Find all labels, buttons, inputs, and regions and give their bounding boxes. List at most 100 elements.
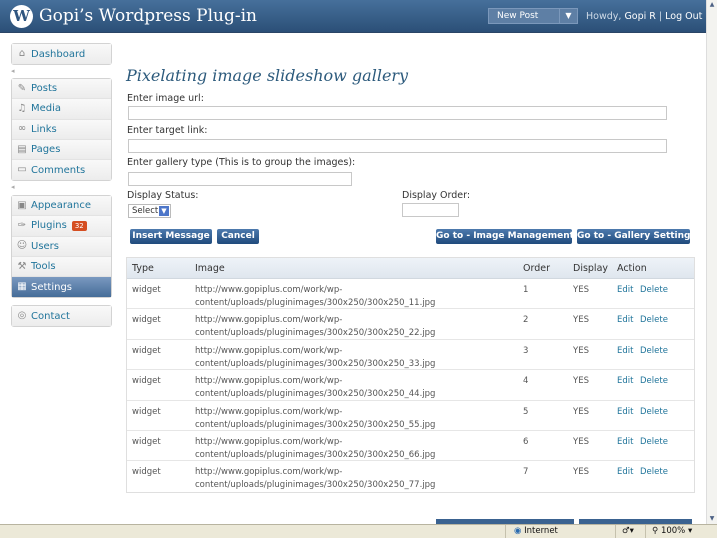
cell-order: 5 [523,406,529,417]
chevron-down-icon[interactable]: ▼ [559,9,577,23]
howdy-prefix: Howdy, [586,11,622,22]
edit-link[interactable]: Edit [617,345,633,358]
cell-type: widget [132,376,161,387]
image-url-line: http://www.gopiplus.com/work/wp- [195,406,343,417]
cell-display: YES [573,345,589,356]
delete-link[interactable]: Delete [640,284,668,297]
users-icon: ☺ [16,240,28,252]
sidebar-item-comments[interactable]: ▭ Comments [12,160,111,181]
user-name-link[interactable]: Gopi R [624,11,655,22]
cell-image: http://www.gopiplus.com/work/wp-content/… [195,466,455,492]
cell-order: 4 [523,376,529,387]
sidebar-item-label: Posts [31,83,58,95]
cell-order: 3 [523,345,529,356]
delete-link[interactable]: Delete [640,345,668,358]
protected-mode-indicator[interactable]: ♂▾ [615,525,645,538]
zoom-icon: ⚲ [652,526,659,536]
display-order-label: Display Order: [402,190,471,201]
sidebar-item-tools[interactable]: ⚒ Tools [12,256,111,278]
edit-link[interactable]: Edit [617,375,633,388]
vertical-scrollbar[interactable]: ▲ ▼ [706,0,717,524]
tools-icon: ⚒ [17,260,27,272]
column-header-display: Display [573,263,609,274]
sidebar-item-label: Links [31,123,57,135]
insert-message-button[interactable]: Insert Message [130,229,212,244]
delete-link[interactable]: Delete [640,375,668,388]
image-url-line: content/uploads/pluginimages/300x250/300… [195,328,436,339]
link-icon: ∞ [17,123,27,135]
wordpress-logo-icon[interactable]: W [10,5,33,28]
cell-type: widget [132,436,161,447]
new-post-label: New Post [497,11,539,21]
house-icon: ⌂ [18,48,26,60]
image-url-line: content/uploads/pluginimages/300x250/300… [195,419,436,430]
site-title[interactable]: Gopi’s Wordpress Plug-in [39,6,257,26]
menu-separator[interactable]: ◂ [11,67,15,75]
menu-group-admin: ▣ Appearance ✑ Plugins 32 ☺ Users ⚒ Tool… [11,195,112,299]
delete-link[interactable]: Delete [640,314,668,327]
contact-icon: ◎ [17,310,27,322]
image-management-button[interactable]: Go to - Image Management [436,229,574,244]
logout-link[interactable]: Log Out [665,11,702,22]
sidebar-item-appearance[interactable]: ▣ Appearance [12,196,111,217]
image-url-line: http://www.gopiplus.com/work/wp- [195,376,343,387]
sidebar-item-users[interactable]: ☺ Users [12,236,111,257]
table-row: widget http://www.gopiplus.com/work/wp-co… [127,339,694,371]
gallery-setting-button[interactable]: Go to - Gallery Setting [577,229,691,244]
admin-header: W Gopi’s Wordpress Plug-in New Post ▼ Ho… [0,0,706,33]
sidebar-item-links[interactable]: ∞ Links [12,119,111,140]
image-url-input[interactable] [128,106,667,120]
zoom-control[interactable]: ⚲ 100% ▾ [645,525,705,538]
security-zone: ◉ Internet [505,525,615,538]
cell-image: http://www.gopiplus.com/work/wp-content/… [195,345,455,371]
image-url-line: http://www.gopiplus.com/work/wp- [195,436,343,447]
plugin-update-badge: 32 [71,220,87,231]
sidebar-item-pages[interactable]: ▤ Pages [12,139,111,161]
table-row: widget http://www.gopiplus.com/work/wp-co… [127,309,694,340]
sidebar-item-label: Settings [31,281,73,293]
sidebar-item-label: Tools [31,261,56,273]
sidebar-item-dashboard[interactable]: ⌂ Dashboard [12,44,111,65]
display-status-select[interactable]: Select ▼ [128,204,171,218]
comment-bubble-icon: ▭ [17,164,27,176]
image-url-line: content/uploads/pluginimages/300x250/300… [195,298,436,308]
cancel-button[interactable]: Cancel [217,229,259,244]
sidebar-item-label: Contact [31,310,70,322]
sidebar-item-label: Media [31,103,62,115]
zoom-level: 100% [660,526,686,536]
image-url-line: http://www.gopiplus.com/work/wp- [195,315,343,326]
pages-icon: ▤ [17,143,27,155]
sidebar-item-contact[interactable]: ◎ Contact [12,306,111,327]
delete-link[interactable]: Delete [640,466,668,479]
zone-label: Internet [524,526,558,536]
cell-type: widget [132,406,161,417]
image-url-line: http://www.gopiplus.com/work/wp- [195,285,343,295]
sidebar-item-label: Comments [31,164,86,176]
sidebar-item-posts[interactable]: ✎ Posts [12,79,111,100]
image-url-line: content/uploads/pluginimages/300x250/300… [195,358,436,369]
sidebar-item-settings[interactable]: ▦ Settings [12,277,111,298]
edit-link[interactable]: Edit [617,466,633,479]
scroll-down-icon[interactable]: ▼ [707,514,717,524]
table-header: Type Image Order Display Action [127,258,694,279]
edit-link[interactable]: Edit [617,436,633,449]
target-link-input[interactable] [128,139,667,153]
delete-link[interactable]: Delete [640,436,668,449]
delete-link[interactable]: Delete [640,406,668,419]
chevron-down-icon[interactable]: ▼ [159,206,169,216]
menu-separator[interactable]: ◂ [11,183,15,191]
sidebar-item-plugins[interactable]: ✑ Plugins 32 [12,216,111,237]
sidebar-item-media[interactable]: ♫ Media [12,99,111,120]
table-row: widget http://www.gopiplus.com/work/wp-co… [127,400,694,431]
sidebar-item-label: Appearance [31,200,92,212]
display-order-input[interactable] [402,203,459,217]
cell-display: YES [573,285,589,295]
scroll-up-icon[interactable]: ▲ [707,0,717,10]
gallery-type-input[interactable] [128,172,352,186]
table-row: widget http://www.gopiplus.com/work/wp-co… [127,430,694,462]
edit-link[interactable]: Edit [617,314,633,327]
edit-link[interactable]: Edit [617,406,633,419]
edit-link[interactable]: Edit [617,284,633,297]
new-post-dropdown[interactable]: New Post ▼ [488,8,578,24]
cell-order: 2 [523,315,529,326]
